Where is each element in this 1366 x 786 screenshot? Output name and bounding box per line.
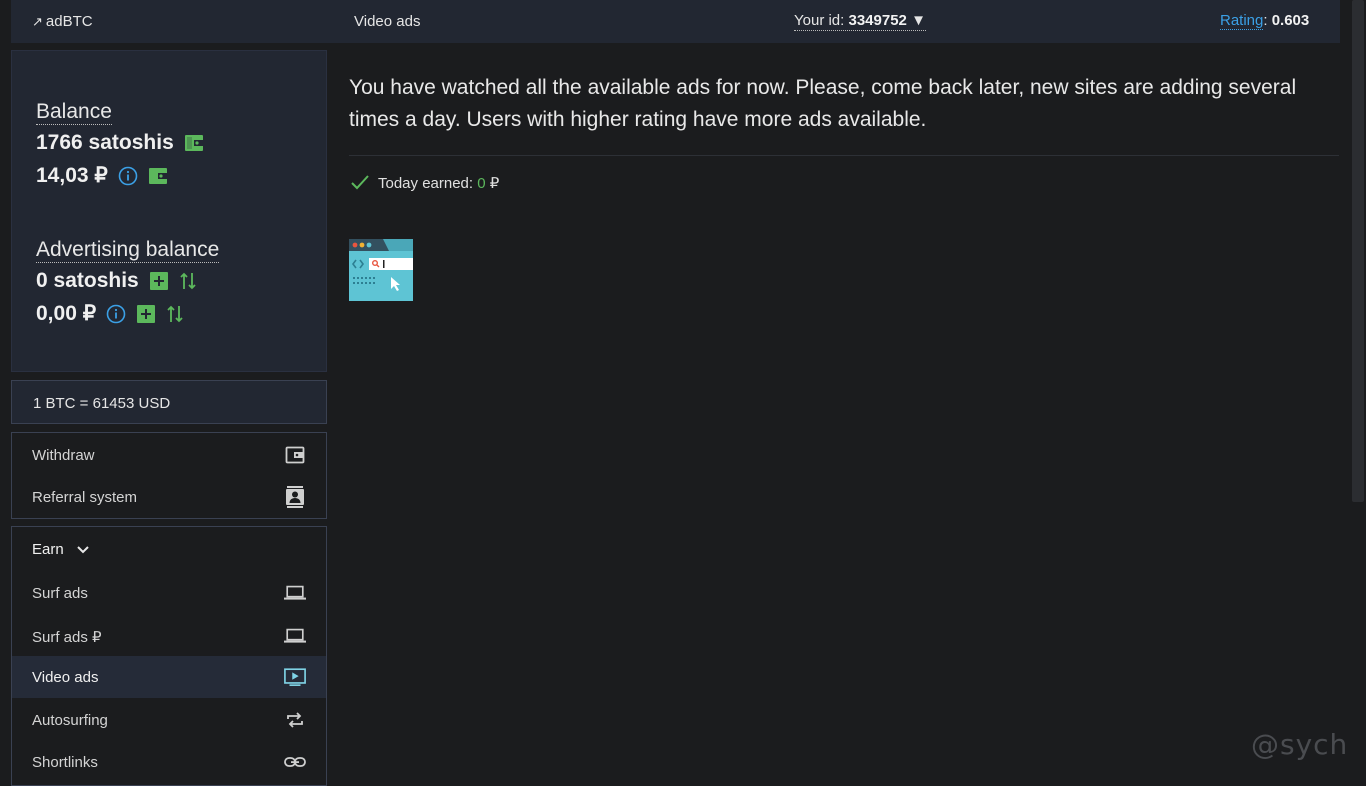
wallet-icon[interactable] xyxy=(184,133,204,153)
contact-card-icon xyxy=(284,486,306,508)
menu-item-video-ads[interactable]: Video ads xyxy=(12,656,326,698)
menu-item-label: Shortlinks xyxy=(32,754,98,771)
btc-rate: 1 BTC = 61453 USD xyxy=(11,380,327,424)
advertising-balance-rub: 0,00 ₽ xyxy=(36,301,184,326)
logo-arrow-icon: ↗ xyxy=(32,14,43,29)
advertising-balance-title[interactable]: Advertising balance xyxy=(36,238,220,263)
top-bar: ↗ adBTC Video ads Your id: 3349752 ▼ Rati… xyxy=(11,0,1340,43)
laptop-icon xyxy=(284,626,306,646)
add-funds-icon[interactable] xyxy=(149,271,169,291)
balance-satoshis: 1766 satoshis xyxy=(36,131,204,155)
chevron-down-icon xyxy=(76,545,90,555)
link-icon xyxy=(284,752,306,772)
balance-rub-text: 14,03 ₽ xyxy=(36,164,108,187)
scrollbar-thumb[interactable] xyxy=(1352,0,1364,502)
rating-value: 0.603 xyxy=(1271,12,1310,29)
divider xyxy=(349,155,1339,156)
today-earned-value: 0 xyxy=(477,175,486,192)
browser-illustration xyxy=(349,239,413,301)
laptop-icon xyxy=(284,583,306,603)
menu-item-label: Withdraw xyxy=(32,447,95,464)
rating-link[interactable]: Rating xyxy=(1220,12,1264,30)
user-id-value: 3349752 xyxy=(848,12,907,29)
account-menu: Withdraw Referral system xyxy=(11,432,327,519)
menu-item-label: Surf ads ₽ xyxy=(32,629,102,646)
menu-item-surf-ads[interactable]: Surf ads xyxy=(12,572,326,614)
watermark: @sych xyxy=(1251,728,1349,761)
rating: Rating: 0.603 xyxy=(1220,12,1310,30)
balance-rub: 14,03 ₽ xyxy=(36,163,168,188)
balance-title[interactable]: Balance xyxy=(36,100,112,125)
earn-menu-title: Earn xyxy=(32,541,64,558)
logo-text: adBTC xyxy=(45,13,93,30)
wallet-icon xyxy=(284,445,306,465)
menu-item-label: Referral system xyxy=(32,489,138,506)
today-earned-label: Today earned: xyxy=(378,175,474,192)
wallet-icon[interactable] xyxy=(148,166,168,186)
user-id-dropdown[interactable]: Your id: 3349752 ▼ xyxy=(794,12,926,31)
balance-satoshis-text: 1766 satoshis xyxy=(36,131,174,154)
menu-item-withdraw[interactable]: Withdraw xyxy=(12,434,326,476)
no-ads-message: You have watched all the available ads f… xyxy=(349,76,1297,131)
menu-item-label: Surf ads xyxy=(32,585,88,602)
info-icon[interactable] xyxy=(106,304,126,324)
today-earned: Today earned: 0 ₽ xyxy=(350,174,499,192)
user-id-label: Your id: xyxy=(794,12,845,29)
advertising-satoshis-text: 0 satoshis xyxy=(36,269,139,292)
menu-item-shortlinks[interactable]: Shortlinks xyxy=(12,741,326,783)
menu-item-surf-ads-rub[interactable]: Surf ads ₽ xyxy=(12,615,326,657)
menu-item-referral-system[interactable]: Referral system xyxy=(12,476,326,518)
transfer-arrows-icon[interactable] xyxy=(166,304,184,324)
balance-panel: Balance 1766 satoshis 14,03 ₽ Advertisin… xyxy=(11,50,327,372)
video-play-icon xyxy=(284,667,306,687)
add-funds-icon[interactable] xyxy=(136,304,156,324)
earn-menu-toggle[interactable]: Earn xyxy=(32,541,90,558)
site-logo[interactable]: ↗ adBTC xyxy=(32,13,93,30)
rating-separator: : xyxy=(1263,12,1268,29)
today-earned-currency: ₽ xyxy=(489,175,500,192)
current-section-title: Video ads xyxy=(354,13,421,30)
dropdown-caret-icon: ▼ xyxy=(911,12,926,29)
checkmark-icon xyxy=(350,174,370,192)
earn-menu: Earn Surf ads Surf ads ₽ Video ads Autos… xyxy=(11,526,327,786)
menu-item-label: Video ads xyxy=(32,669,99,686)
advertising-rub-text: 0,00 ₽ xyxy=(36,302,97,325)
advertising-balance-satoshis: 0 satoshis xyxy=(36,269,197,293)
transfer-arrows-icon[interactable] xyxy=(179,271,197,291)
menu-item-label: Autosurfing xyxy=(32,712,108,729)
repeat-icon xyxy=(284,710,306,730)
menu-item-autosurfing[interactable]: Autosurfing xyxy=(12,699,326,741)
info-icon[interactable] xyxy=(118,166,138,186)
